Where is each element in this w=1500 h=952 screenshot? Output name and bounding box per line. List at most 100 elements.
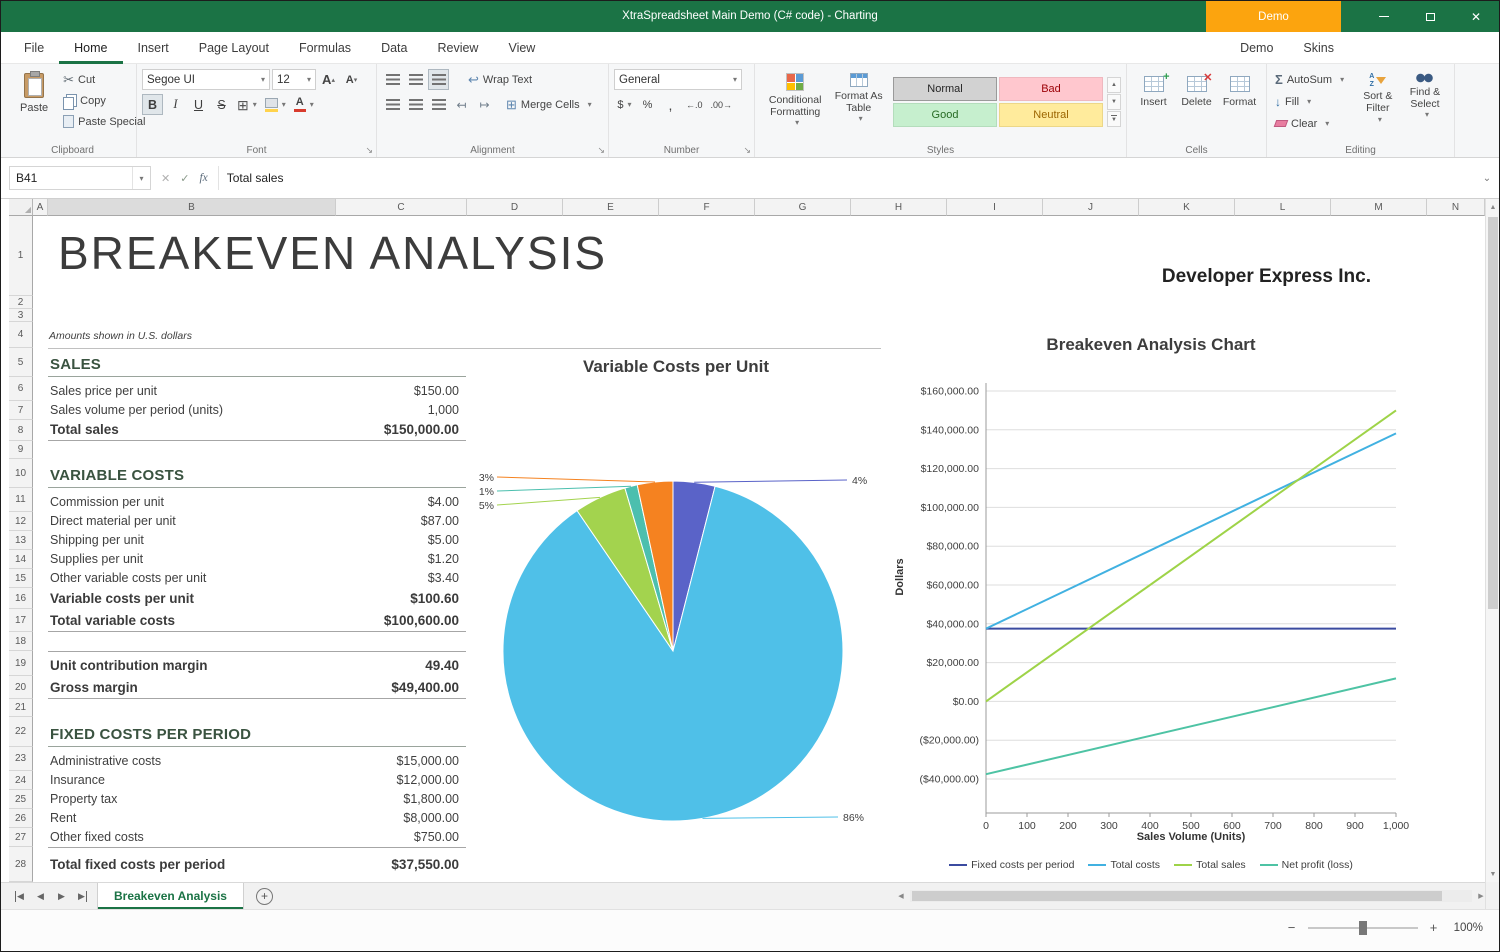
name-box[interactable]: B41 ▾ [9,166,151,190]
zoom-out-button[interactable]: − [1285,920,1299,935]
sheet-tab-breakeven-analysis[interactable]: Breakeven Analysis [97,883,244,909]
sheet-row-22[interactable]: FIXED COSTS PER PERIOD [48,717,467,747]
align-middle-button[interactable] [405,69,426,90]
cell-style-good[interactable]: Good [893,103,997,127]
borders-button[interactable]: ⊞▾ [234,94,260,115]
dialog-launcher-icon[interactable]: ↘ [743,146,751,155]
align-center-button[interactable] [405,94,426,115]
increase-decimal-button[interactable]: ←.0 [683,94,706,115]
paste-special-button[interactable]: Paste Special [60,111,148,132]
increase-indent-button[interactable]: ↦ [474,94,495,115]
pie-chart[interactable]: 4%86%5%1%3% Variable Costs per Unit [466,353,886,882]
column-header-L[interactable]: L [1235,199,1331,216]
sheet-content[interactable]: BREAKEVEN ANALYSIS Developer Express Inc… [33,216,1485,882]
gallery-scroll-up-button[interactable]: ▲ [1107,77,1121,93]
select-all-corner[interactable]: ◢ [9,199,33,216]
column-header-D[interactable]: D [467,199,563,216]
column-header-I[interactable]: I [947,199,1043,216]
sheet-row-13[interactable]: Shipping per unit$5.00 [48,531,467,550]
vertical-scrollbar-thumb[interactable] [1488,217,1498,609]
last-sheet-button[interactable]: ▶ [72,883,93,909]
add-sheet-button[interactable]: + [256,888,273,905]
format-as-table-button[interactable]: Format As Table ▾ [830,69,887,123]
sheet-row-26[interactable]: Rent$8,000.00 [48,809,467,828]
sheet-row-12[interactable]: Direct material per unit$87.00 [48,512,467,531]
ribbon-tab-view[interactable]: View [493,32,550,64]
row-header-7[interactable]: 7 [9,401,33,420]
close-button[interactable]: ✕ [1453,1,1499,32]
sheet-row-28[interactable]: Total fixed costs per period$37,550.00 [48,847,467,882]
scroll-down-button[interactable]: ▼ [1486,866,1500,882]
increase-font-size-button[interactable]: A▴ [318,69,339,90]
row-header-17[interactable]: 17 [9,609,33,632]
row-header-14[interactable]: 14 [9,550,33,569]
row-header-12[interactable]: 12 [9,512,33,531]
sheet-row-27[interactable]: Other fixed costs$750.00 [48,828,467,847]
row-header-13[interactable]: 13 [9,531,33,550]
find-select-button[interactable]: Find & Select ▾ [1401,69,1449,141]
row-header-16[interactable]: 16 [9,588,33,609]
decrease-indent-button[interactable]: ↤ [451,94,472,115]
cell-style-bad[interactable]: Bad [999,77,1103,101]
row-header-1[interactable]: 1 [9,216,33,296]
ribbon-tab-review[interactable]: Review [422,32,493,64]
sheet-row-5[interactable]: SALES [48,348,467,377]
row-header-23[interactable]: 23 [9,747,33,771]
demo-badge-button[interactable]: Demo [1206,1,1341,32]
ribbon-tab-skins[interactable]: Skins [1288,32,1349,64]
ribbon-tab-page-layout[interactable]: Page Layout [184,32,284,64]
previous-sheet-button[interactable]: ◀ [30,883,51,909]
font-color-button[interactable]: A▾ [291,94,317,115]
row-header-18[interactable]: 18 [9,632,33,651]
row-header-27[interactable]: 27 [9,828,33,847]
expand-formula-bar-button[interactable]: ⌄ [1475,173,1499,184]
underline-button[interactable]: U [188,94,209,115]
clear-button[interactable]: Clear▾ [1272,113,1355,134]
row-header-15[interactable]: 15 [9,569,33,588]
sheet-row-8[interactable]: Total sales$150,000.00 [48,420,467,441]
row-header-28[interactable]: 28 [9,847,33,882]
scroll-up-button[interactable]: ▲ [1486,199,1500,215]
formula-input[interactable]: Total sales [219,171,1475,185]
column-header-E[interactable]: E [563,199,659,216]
zoom-slider-thumb[interactable] [1359,921,1367,935]
row-header-24[interactable]: 24 [9,771,33,790]
cut-button[interactable]: ✂Cut [60,69,148,90]
comma-style-button[interactable]: , [660,94,681,115]
sheet-row-16[interactable]: Variable costs per unit$100.60 [48,588,467,609]
sheet-row-25[interactable]: Property tax$1,800.00 [48,790,467,809]
sheet-row-11[interactable]: Commission per unit$4.00 [48,488,467,512]
row-header-10[interactable]: 10 [9,459,33,488]
dialog-launcher-icon[interactable]: ↘ [365,146,373,155]
horizontal-scrollbar-thumb[interactable] [912,891,1442,901]
zoom-in-button[interactable]: + [1427,920,1441,935]
ribbon-tab-formulas[interactable]: Formulas [284,32,366,64]
copy-button[interactable]: Copy [60,90,148,111]
conditional-formatting-button[interactable]: Conditional Formatting ▾ [760,69,830,127]
sheet-row-14[interactable]: Supplies per unit$1.20 [48,550,467,569]
dialog-launcher-icon[interactable]: ↘ [597,146,605,155]
sheet-row-19[interactable]: Unit contribution margin49.40 [48,651,467,676]
row-header-20[interactable]: 20 [9,676,33,699]
cancel-entry-button[interactable]: ✕ [161,172,170,185]
insert-cells-button[interactable]: + Insert [1132,69,1175,141]
fill-color-button[interactable]: ▾ [262,94,289,115]
delete-cells-button[interactable]: ✕ Delete [1175,69,1218,141]
row-header-25[interactable]: 25 [9,790,33,809]
font-family-select[interactable]: Segoe UI▾ [142,69,270,90]
column-header-C[interactable]: C [336,199,467,216]
cell-style-neutral[interactable]: Neutral [999,103,1103,127]
column-header-H[interactable]: H [851,199,947,216]
align-right-button[interactable] [428,94,449,115]
sheet-row-17[interactable]: Total variable costs$100,600.00 [48,609,467,632]
sheet-row-7[interactable]: Sales volume per period (units)1,000 [48,401,467,420]
row-header-8[interactable]: 8 [9,420,33,441]
paste-button[interactable]: Paste [14,69,54,132]
row-header-19[interactable]: 19 [9,651,33,676]
row-header-26[interactable]: 26 [9,809,33,828]
decrease-decimal-button[interactable]: .00→ [708,94,736,115]
strikethrough-button[interactable]: S [211,94,232,115]
confirm-entry-button[interactable]: ✓ [180,172,189,185]
gallery-expand-button[interactable]: ▼ [1107,111,1121,127]
column-header-N[interactable]: N [1427,199,1485,216]
